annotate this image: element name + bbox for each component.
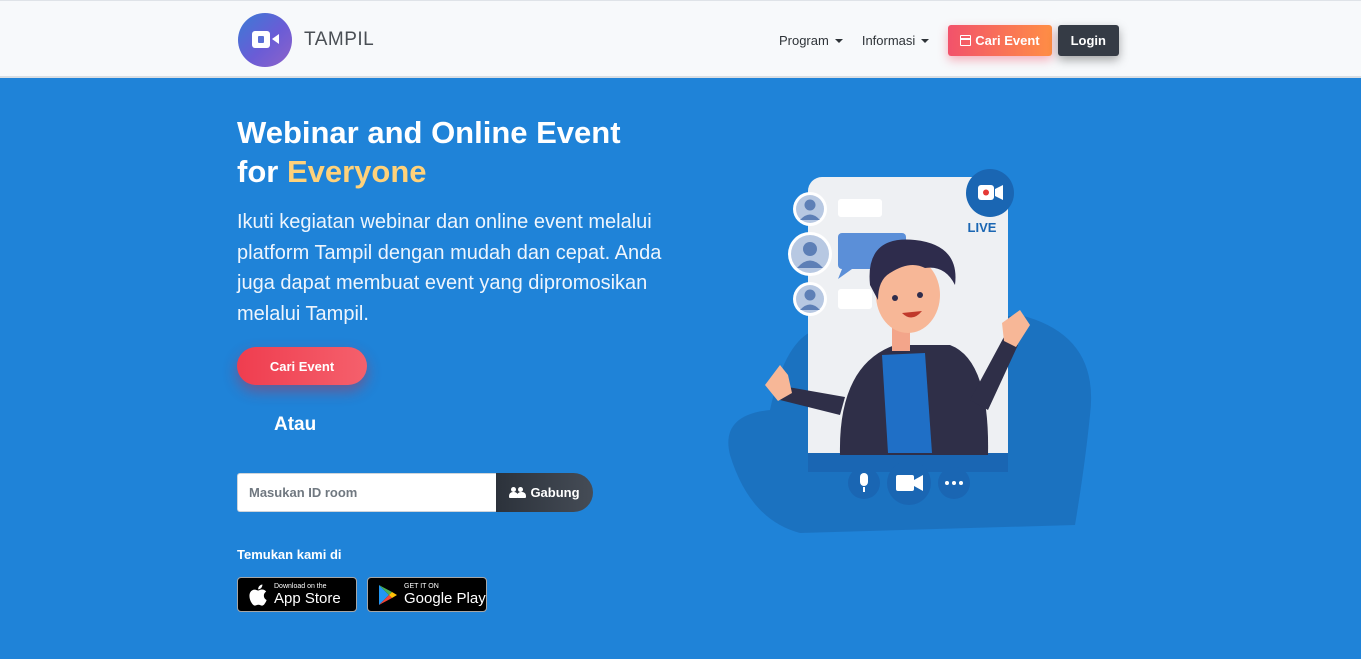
nav-dropdown-label: Informasi: [861, 33, 916, 48]
app-store-big-text: App Store: [274, 589, 341, 607]
caret-down-icon: [834, 38, 843, 43]
chat-bubble: [838, 199, 882, 217]
join-room-form: Gabung: [237, 473, 593, 512]
nav-dropdown-label: Program: [778, 33, 829, 48]
temukan-label: Temukan kami di: [237, 547, 342, 562]
live-badge-icon: [966, 169, 1014, 217]
nav-menu: Program Informasi Cari Event Login: [779, 25, 1119, 56]
video-camera-icon: [887, 461, 931, 505]
nav-cari-event-label: Cari Event: [975, 33, 1040, 48]
google-play-icon: [379, 584, 397, 605]
atau-label: Atau: [274, 414, 317, 435]
nav-dropdown-informasi[interactable]: Informasi: [861, 33, 930, 48]
avatar-icon: [793, 192, 827, 226]
caret-down-icon: [921, 38, 930, 43]
login-button[interactable]: Login: [1057, 25, 1119, 56]
calendar-icon: [960, 35, 972, 46]
gabung-button[interactable]: Gabung: [496, 473, 593, 512]
brand[interactable]: TAMPIL: [238, 13, 374, 67]
hero-title: Webinar and Online Event for Everyone: [237, 113, 707, 191]
navbar: TAMPIL Program Informasi Cari Event Logi…: [0, 0, 1361, 78]
avatar-icon: [788, 232, 832, 276]
cari-event-button[interactable]: Cari Event: [237, 347, 367, 385]
hero-illustration: LIVE: [728, 169, 1092, 533]
tampil-logo-icon: [238, 13, 292, 67]
hero-title-line1: Webinar and Online Event: [237, 115, 621, 150]
google-play-big-text: Google Play: [404, 589, 486, 607]
users-icon: [509, 487, 527, 498]
live-label: LIVE: [968, 220, 997, 235]
app-store-badge[interactable]: Download on the App Store: [237, 577, 357, 612]
microphone-icon: [848, 467, 880, 499]
hero-description: Ikuti kegiatan webinar dan online event …: [237, 211, 662, 325]
nav-cari-event-button[interactable]: Cari Event: [948, 25, 1052, 56]
hero-title-highlight: Everyone: [286, 154, 427, 189]
avatar-icon: [793, 282, 827, 316]
nav-dropdown-program[interactable]: Program: [779, 33, 843, 48]
chat-bubble: [838, 289, 872, 309]
gabung-label: Gabung: [530, 485, 580, 500]
hero-title-prefix: for: [237, 154, 287, 189]
room-id-input[interactable]: [237, 473, 496, 512]
more-options-icon: [938, 467, 970, 499]
google-play-badge[interactable]: GET IT ON Google Play: [367, 577, 487, 612]
apple-icon: [249, 583, 267, 606]
brand-name: TAMPIL: [304, 29, 375, 50]
